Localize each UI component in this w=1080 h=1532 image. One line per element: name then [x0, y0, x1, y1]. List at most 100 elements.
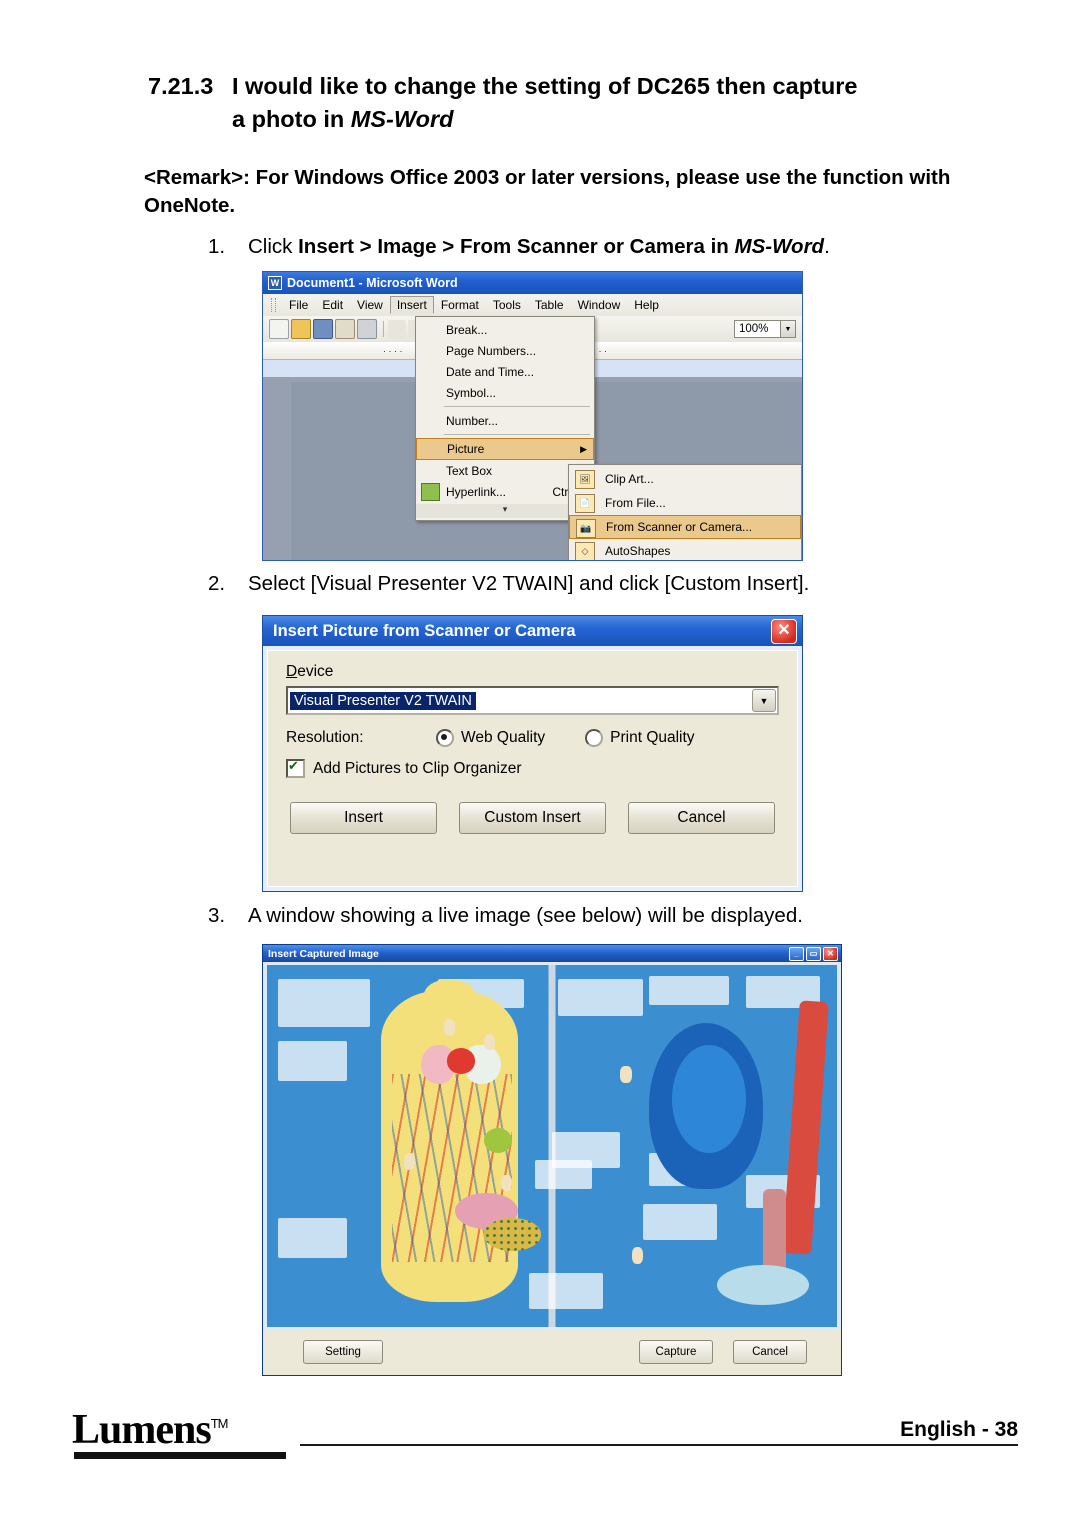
capture-title-text: Insert Captured Image: [268, 947, 379, 960]
dialog-body: Device Visual Presenter V2 TWAIN ▼ Resol…: [267, 650, 798, 887]
maximize-icon[interactable]: ▭: [806, 947, 821, 961]
device-label-rest: evice: [297, 663, 334, 680]
minimize-icon[interactable]: _: [789, 947, 804, 961]
device-select[interactable]: Visual Presenter V2 TWAIN ▼: [286, 686, 779, 715]
spellcheck-icon[interactable]: [388, 320, 406, 338]
brand-logo: LumensTM: [72, 1407, 229, 1453]
step-2-text: Select [Visual Presenter V2 TWAIN] and c…: [248, 572, 810, 595]
cartoon-person: [403, 1153, 416, 1170]
menu-item-number[interactable]: Number...: [416, 410, 594, 431]
insert-button[interactable]: Insert: [290, 802, 437, 834]
word-title-bar: W Document1 - Microsoft Word: [263, 272, 802, 294]
submenu-item-autoshapes[interactable]: ◇ AutoShapes: [569, 539, 801, 560]
radio-web-quality[interactable]: Web Quality: [436, 729, 545, 747]
menu-grip: [271, 298, 276, 312]
radio-print-quality[interactable]: Print Quality: [585, 729, 695, 747]
close-icon[interactable]: ✕: [823, 947, 838, 961]
section-title-line2: a photo in MS-Word: [232, 106, 454, 132]
step-1: 1. Click Insert > Image > From Scanner o…: [208, 233, 1028, 261]
figure-insert-captured-image: Insert Captured Image _ ▭ ✕ Setting Capt…: [262, 944, 842, 1376]
text-block: [529, 1272, 604, 1309]
submenu-item-from-scanner-or-camera[interactable]: 📷 From Scanner or Camera...: [569, 515, 801, 539]
close-icon[interactable]: ✕: [771, 619, 797, 644]
step-3-text: A window showing a live image (see below…: [248, 904, 803, 927]
radio-print-quality-label: Print Quality: [610, 729, 695, 746]
organ-green-illustration: [483, 1127, 513, 1154]
device-label: Device: [286, 663, 334, 680]
hyperlink-icon: [421, 482, 440, 501]
capture-button[interactable]: Capture: [639, 1340, 713, 1364]
kidney-illustration: [717, 1265, 809, 1306]
submenu-item-clip-art[interactable]: 🖼 Clip Art...: [569, 467, 801, 491]
capture-title-bar: Insert Captured Image _ ▭ ✕: [263, 945, 841, 962]
zoom-combo[interactable]: 100% ▼: [734, 320, 796, 338]
menu-item-date-and-time[interactable]: Date and Time...: [416, 361, 594, 382]
menu-insert[interactable]: Insert: [389, 296, 434, 314]
word-app-icon: W: [268, 276, 282, 290]
menu-help[interactable]: Help: [627, 296, 666, 314]
cancel-button[interactable]: Cancel: [733, 1340, 807, 1364]
save-icon[interactable]: [313, 319, 333, 339]
dialog-title-bar: Insert Picture from Scanner or Camera ✕: [263, 616, 802, 646]
add-pictures-checkbox-row[interactable]: Add Pictures to Clip Organizer: [286, 758, 779, 778]
menu-edit[interactable]: Edit: [315, 296, 350, 314]
page-number: English - 38: [900, 1418, 1018, 1441]
text-block: [278, 1218, 347, 1259]
text-block: [648, 975, 729, 1005]
radio-icon-selected: [436, 729, 454, 747]
text-block: [534, 1160, 592, 1190]
print-icon[interactable]: [357, 319, 377, 339]
custom-insert-button[interactable]: Custom Insert: [459, 802, 606, 834]
chevron-down-icon[interactable]: ▼: [752, 689, 776, 712]
menu-window[interactable]: Window: [571, 296, 628, 314]
text-block: [643, 1203, 718, 1241]
live-image-preview: [267, 965, 837, 1327]
menu-format[interactable]: Format: [434, 296, 486, 314]
cartoon-person: [483, 1033, 495, 1051]
step-2-number: 2.: [208, 572, 226, 595]
resolution-row: Resolution: Web Quality Print Quality: [286, 729, 779, 747]
menu-table[interactable]: Table: [528, 296, 571, 314]
from-file-icon: 📄: [575, 494, 595, 513]
logo-underline: [74, 1452, 286, 1459]
chevron-down-icon[interactable]: ▼: [780, 321, 795, 337]
menu-item-page-numbers[interactable]: Page Numbers...: [416, 340, 594, 361]
mail-icon[interactable]: [335, 319, 355, 339]
section-title-line1: I would like to change the setting of DC…: [232, 73, 858, 99]
page-title: 7.21.3 I would like to change the setting…: [148, 70, 1018, 136]
step-1-text: Click Insert > Image > From Scanner or C…: [248, 235, 830, 258]
remark-text: <Remark>: For Windows Office 2003 or lat…: [144, 166, 951, 217]
toolbar-separator: [383, 321, 384, 337]
text-block: [278, 1041, 347, 1081]
dialog-buttons: Insert Custom Insert Cancel: [286, 802, 779, 834]
menu-tools[interactable]: Tools: [486, 296, 528, 314]
chevron-right-icon: ▶: [580, 443, 587, 454]
capture-toolbar: Setting Capture Cancel: [263, 1329, 841, 1375]
scanner-camera-icon: 📷: [576, 519, 596, 538]
window-controls: _ ▭ ✕: [789, 947, 838, 961]
radio-web-quality-label: Web Quality: [461, 729, 546, 746]
menu-item-break[interactable]: Break...: [416, 319, 594, 340]
checkbox-icon-checked[interactable]: [286, 758, 305, 778]
setting-button[interactable]: Setting: [303, 1340, 383, 1364]
head-illustration: [423, 979, 476, 1013]
radio-icon: [585, 729, 604, 747]
menu-item-symbol[interactable]: Symbol...: [416, 382, 594, 403]
step-1-number: 1.: [208, 235, 226, 258]
new-document-icon[interactable]: [269, 319, 289, 339]
menu-separator: [444, 434, 590, 435]
step-3: 3. A window showing a live image (see be…: [208, 902, 1028, 930]
menu-view[interactable]: View: [350, 296, 390, 314]
picture-submenu[interactable]: 🖼 Clip Art... 📄 From File... 📷 From Scan…: [568, 464, 802, 560]
menu-item-picture[interactable]: Picture ▶: [416, 438, 594, 460]
open-folder-icon[interactable]: [291, 319, 311, 339]
menu-file[interactable]: File: [282, 296, 315, 314]
cartoon-person: [620, 1066, 632, 1083]
submenu-item-from-file[interactable]: 📄 From File...: [569, 491, 801, 515]
text-block: [278, 979, 370, 1027]
figure-insert-picture-dialog: Insert Picture from Scanner or Camera ✕ …: [262, 615, 803, 892]
organ-dotted-illustration: [483, 1218, 541, 1251]
cancel-button[interactable]: Cancel: [628, 802, 775, 834]
trademark-symbol: TM: [210, 1416, 229, 1431]
cartoon-person: [631, 1247, 644, 1264]
